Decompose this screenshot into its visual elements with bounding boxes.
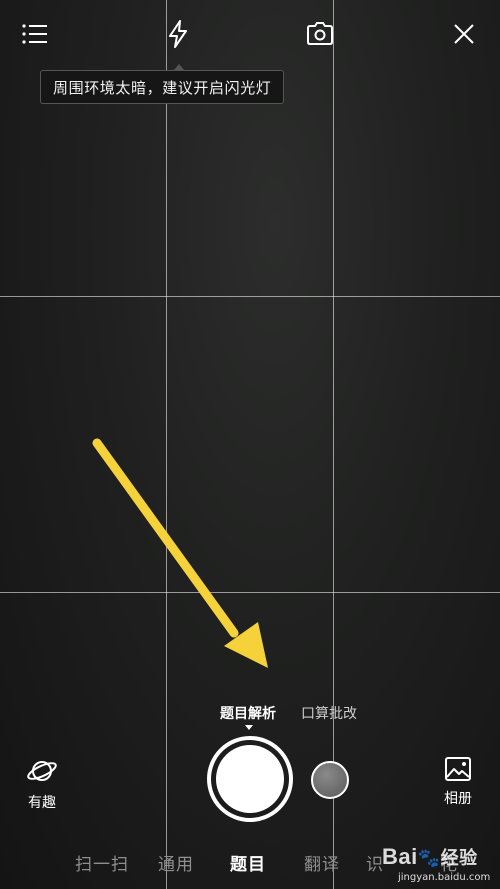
last-photo-thumbnail[interactable] bbox=[311, 761, 349, 799]
mode-mental-math-check[interactable]: 口算批改 bbox=[301, 703, 357, 723]
tab-problem[interactable]: 题目 bbox=[230, 850, 266, 875]
mode-problem-analysis[interactable]: 题目解析 bbox=[220, 703, 276, 723]
mode-selector: 题目解析 口算批改 bbox=[0, 703, 500, 727]
shutter-button[interactable] bbox=[207, 736, 293, 822]
bottom-tab-bar: 扫一扫 通用 题目 翻译 识 花 bbox=[0, 846, 500, 880]
tab-scan[interactable]: 扫一扫 bbox=[75, 850, 129, 875]
shutter-inner bbox=[216, 745, 284, 813]
tab-translate[interactable]: 翻译 bbox=[304, 850, 340, 875]
tab-flower[interactable]: 花 bbox=[440, 850, 458, 875]
fun-button[interactable]: 有趣 bbox=[17, 756, 67, 812]
tab-general[interactable]: 通用 bbox=[158, 850, 194, 875]
planet-icon bbox=[27, 761, 57, 781]
album-label: 相册 bbox=[444, 791, 472, 807]
mode-indicator bbox=[245, 725, 253, 730]
fun-label: 有趣 bbox=[28, 795, 56, 811]
album-button[interactable]: 相册 bbox=[433, 756, 483, 808]
image-icon bbox=[445, 757, 471, 781]
tab-recognize[interactable]: 识 bbox=[366, 850, 384, 875]
